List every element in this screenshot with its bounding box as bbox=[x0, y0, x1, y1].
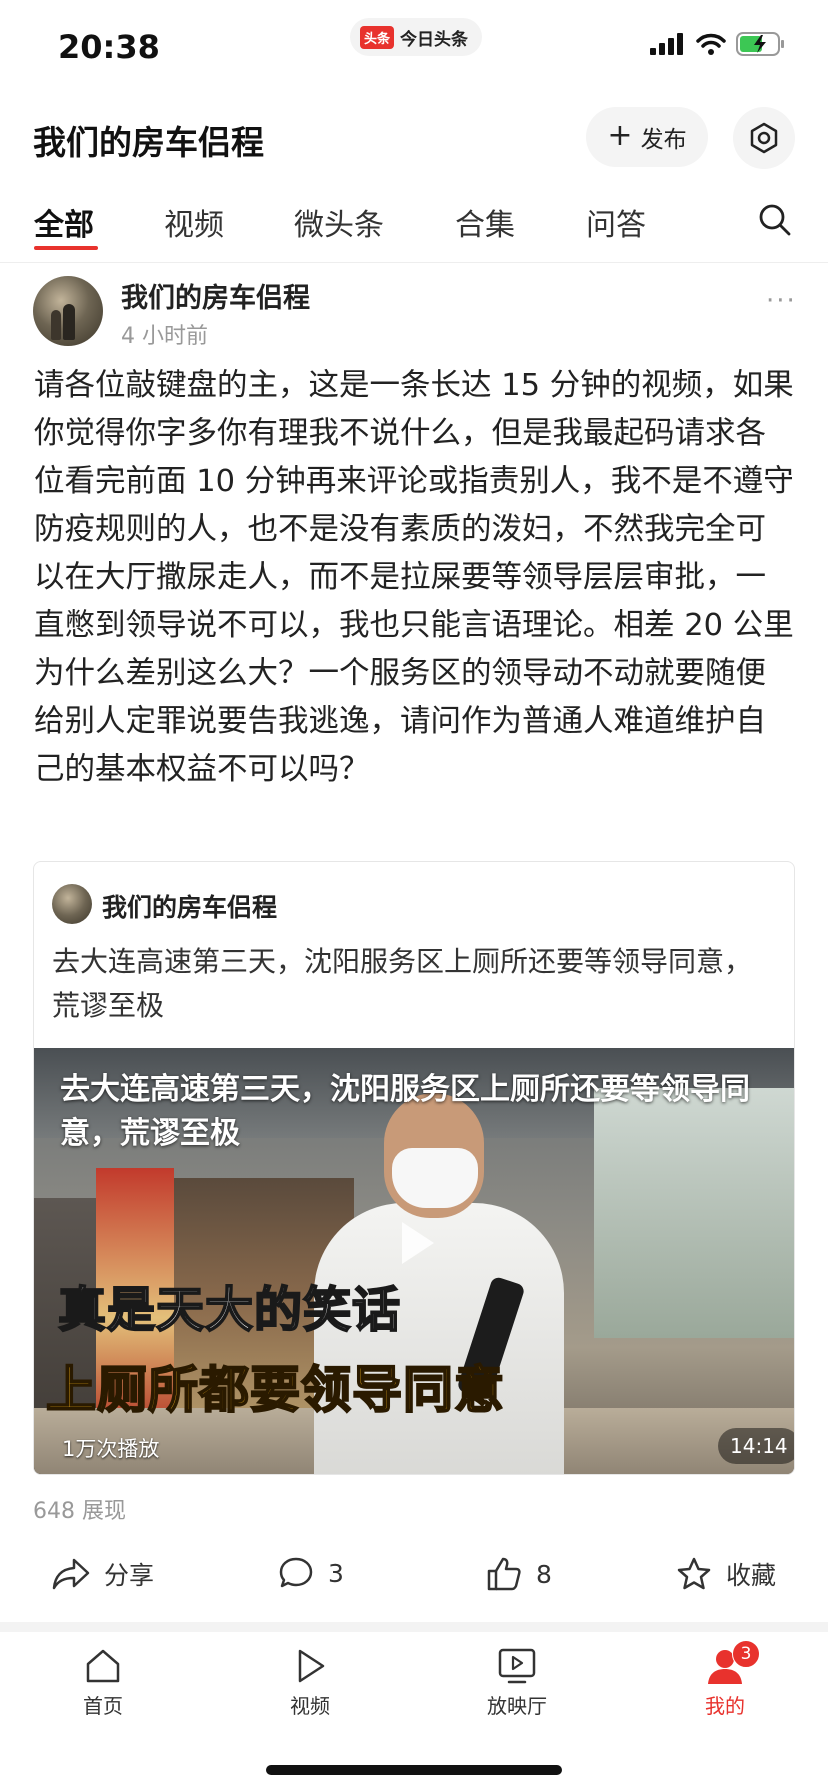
quoted-post-text: 去大连高速第三天，沈阳服务区上厕所还要等领导同意，荒谬至极 bbox=[52, 945, 753, 1022]
nav-profile-label: 我的 bbox=[705, 1694, 745, 1718]
signal-icon bbox=[650, 33, 683, 55]
like-count: 8 bbox=[536, 1559, 552, 1589]
wifi-icon bbox=[696, 33, 726, 55]
status-bar: 20:38 头条 今日头条 bbox=[0, 0, 828, 96]
video-thumbnail[interactable]: 去大连高速第三天，沈阳服务区上厕所还要等领导同意，荒谬至极 真是天大的笑话 上厕… bbox=[34, 1048, 794, 1474]
page: 20:38 头条 今日头条 我们的房车侣程 + 发布 全部 视频 微头条 合集 … bbox=[0, 0, 828, 1792]
nav-video-label: 视频 bbox=[290, 1694, 330, 1718]
comment-count: 3 bbox=[328, 1558, 344, 1588]
nav-home-label: 首页 bbox=[83, 1694, 123, 1718]
video-caption-line2: 上厕所都要领导同意 bbox=[45, 1360, 505, 1420]
tab-video[interactable]: 视频 bbox=[164, 200, 224, 244]
quoted-author-name: 我们的房车侣程 bbox=[102, 893, 278, 922]
publish-label: 发布 bbox=[640, 127, 687, 153]
quoted-post-card[interactable]: 我们的房车侣程 去大连高速第三天，沈阳服务区上厕所还要等领导同意，荒谬至极 去大… bbox=[33, 861, 795, 1475]
hexagon-settings-icon bbox=[750, 122, 778, 154]
app-name: 今日头条 bbox=[400, 29, 469, 50]
nav-video[interactable]: 视频 bbox=[255, 1646, 365, 1719]
author-avatar[interactable] bbox=[33, 276, 103, 346]
favorite-label: 收藏 bbox=[726, 1561, 777, 1590]
share-icon bbox=[52, 1558, 90, 1590]
plus-icon: + bbox=[607, 117, 633, 153]
tab-bar: 全部 视频 微头条 合集 问答 bbox=[0, 190, 828, 260]
home-indicator bbox=[266, 1765, 562, 1775]
return-to-app-pill[interactable]: 头条 今日头条 bbox=[350, 18, 483, 56]
video-play-count: 1万次播放 bbox=[62, 1437, 160, 1461]
status-time: 20:38 bbox=[58, 28, 160, 66]
nav-theater-label: 放映厅 bbox=[487, 1694, 547, 1718]
more-options-button[interactable]: ··· bbox=[766, 286, 797, 316]
share-label: 分享 bbox=[104, 1561, 155, 1590]
video-caption-line1: 真是天大的笑话 bbox=[57, 1281, 402, 1339]
battery-charging-icon bbox=[736, 32, 784, 56]
screen-play-icon bbox=[498, 1648, 536, 1684]
share-button[interactable]: 分享 bbox=[52, 1556, 154, 1592]
star-icon bbox=[677, 1557, 711, 1590]
tab-collections[interactable]: 合集 bbox=[455, 200, 515, 244]
tab-micro-headline[interactable]: 微头条 bbox=[294, 200, 384, 244]
play-icon bbox=[298, 1649, 325, 1683]
settings-button[interactable] bbox=[733, 107, 795, 169]
author-name[interactable]: 我们的房车侣程 bbox=[121, 276, 310, 315]
search-icon[interactable] bbox=[757, 202, 793, 238]
publish-button[interactable]: + 发布 bbox=[586, 107, 708, 167]
header: 我们的房车侣程 + 发布 bbox=[0, 96, 828, 184]
tab-divider bbox=[0, 262, 828, 263]
active-tab-indicator bbox=[34, 246, 98, 250]
video-duration: 14:14 bbox=[718, 1428, 794, 1464]
status-icons bbox=[650, 32, 786, 56]
page-title: 我们的房车侣程 bbox=[33, 123, 264, 162]
like-button[interactable]: 8 bbox=[486, 1556, 552, 1592]
nav-profile[interactable]: 3 我的 bbox=[670, 1640, 780, 1719]
thumbs-up-icon bbox=[487, 1557, 521, 1591]
favorite-button[interactable]: 收藏 bbox=[676, 1556, 776, 1592]
play-icon[interactable] bbox=[380, 1208, 450, 1278]
tab-all[interactable]: 全部 bbox=[34, 200, 94, 244]
post-text: 请各位敲键盘的主，这是一条长达 15 分钟的视频，如果你觉得你字多你有理我不说什… bbox=[34, 368, 794, 787]
post-actions: 分享 3 8 收藏 bbox=[0, 1548, 828, 1604]
nav-theater[interactable]: 放映厅 bbox=[462, 1646, 572, 1719]
post-time: 4 小时前 bbox=[121, 324, 208, 349]
impressions-count: 648 展现 bbox=[33, 1499, 126, 1524]
video-title: 去大连高速第三天，沈阳服务区上厕所还要等领导同意，荒谬至极 bbox=[60, 1072, 750, 1151]
comment-button[interactable]: 3 bbox=[278, 1556, 344, 1590]
notification-badge: 3 bbox=[732, 1640, 760, 1668]
tab-qa[interactable]: 问答 bbox=[586, 200, 646, 244]
app-logo: 头条 bbox=[360, 25, 395, 49]
quoted-author-avatar bbox=[52, 884, 92, 924]
comment-icon bbox=[279, 1557, 313, 1588]
nav-home[interactable]: 首页 bbox=[48, 1646, 158, 1719]
section-separator bbox=[0, 1622, 828, 1632]
home-icon bbox=[86, 1649, 120, 1683]
